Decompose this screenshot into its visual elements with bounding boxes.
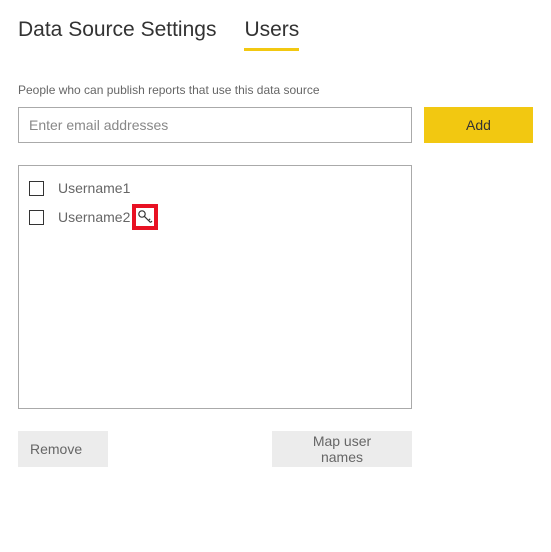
- map-user-names-button[interactable]: Map user names: [272, 431, 412, 467]
- user-name-label: Username2: [58, 209, 130, 225]
- tab-bar: Data Source Settings Users: [18, 18, 533, 51]
- user-name-label: Username1: [58, 180, 130, 196]
- add-button[interactable]: Add: [424, 107, 533, 143]
- action-button-row: Remove Map user names: [18, 431, 412, 467]
- user-list: Username1 Username2: [18, 165, 412, 409]
- tab-data-source-settings[interactable]: Data Source Settings: [18, 18, 216, 51]
- list-item: Username1: [29, 176, 401, 200]
- tab-users[interactable]: Users: [244, 18, 299, 51]
- add-user-row: Add: [18, 107, 533, 143]
- remove-button[interactable]: Remove: [18, 431, 108, 467]
- list-item: Username2: [29, 200, 401, 234]
- admin-key-icon: [132, 204, 158, 230]
- description-text: People who can publish reports that use …: [18, 83, 533, 97]
- email-input[interactable]: [18, 107, 412, 143]
- user-checkbox[interactable]: [29, 181, 44, 196]
- user-checkbox[interactable]: [29, 210, 44, 225]
